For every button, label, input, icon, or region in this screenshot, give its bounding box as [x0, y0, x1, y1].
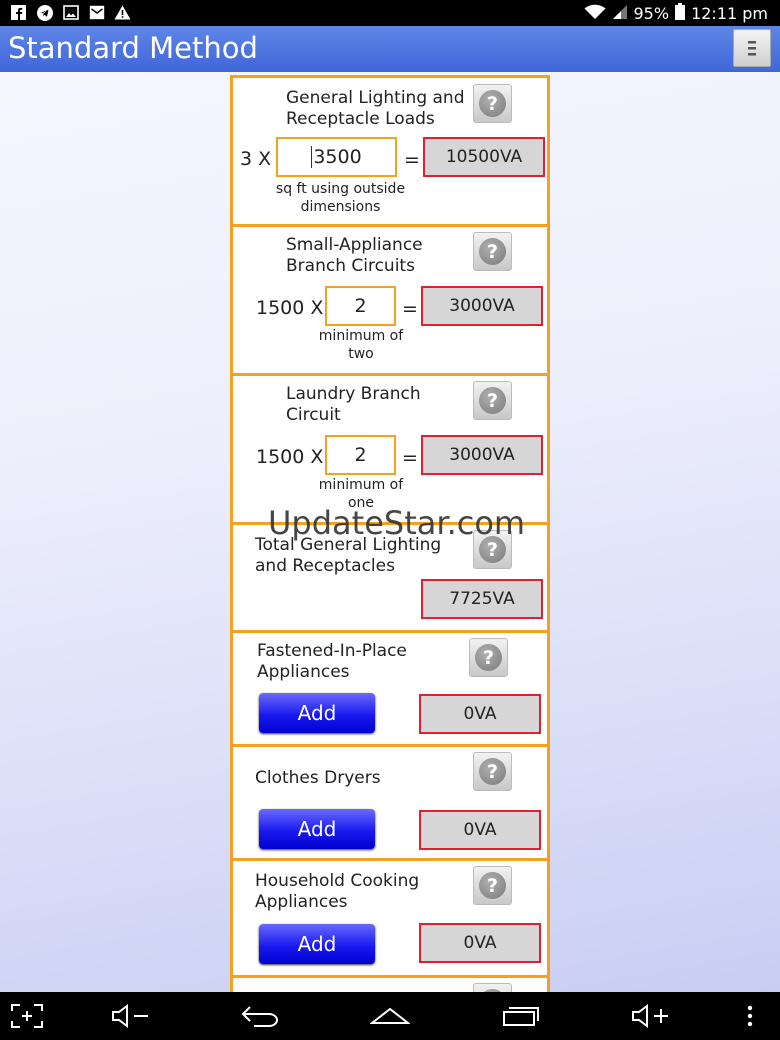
small-appliance-help-button[interactable]: ? — [473, 232, 512, 271]
dryers-help-button[interactable]: ? — [473, 752, 512, 791]
fastened-add-button[interactable]: Add — [259, 693, 375, 733]
small-appliance-note-line2: two — [348, 346, 374, 362]
general-lighting-card: General Lighting and Receptacle Loads ? … — [230, 75, 550, 227]
mail-icon — [88, 4, 105, 21]
general-lighting-label-line2: Receptacle Loads — [286, 109, 435, 129]
watermark: UpdateStar.com — [268, 504, 526, 542]
wifi-icon — [584, 4, 606, 24]
laundry-note-line1: minimum of — [318, 477, 404, 493]
general-lighting-note-line2: dimensions — [300, 199, 381, 215]
general-lighting-multiplier: 3 X — [240, 148, 272, 170]
general-lighting-result: 10500VA — [423, 137, 545, 177]
fastened-result: 0VA — [419, 694, 541, 734]
home-icon[interactable] — [370, 1002, 410, 1030]
small-appliance-multiplier: 1500 X — [256, 297, 324, 319]
general-lighting-note-line1: sq ft using outside — [275, 181, 406, 197]
cooking-appliances-card: Household Cooking Appliances ? Add 0VA — [230, 858, 550, 978]
equals-sign: = — [402, 298, 418, 320]
dryers-label: Clothes Dryers — [255, 768, 381, 788]
next-help-button[interactable] — [473, 983, 512, 992]
small-appliance-card: Small-Appliance Branch Circuits ? 1500 X… — [230, 224, 550, 376]
warning-icon — [114, 4, 131, 21]
laundry-result: 3000VA — [421, 435, 543, 475]
cooking-help-button[interactable]: ? — [473, 866, 512, 905]
content-area[interactable]: General Lighting and Receptacle Loads ? … — [0, 72, 780, 992]
laundry-circuits-input[interactable]: 2 — [325, 435, 396, 475]
action-bar: Standard Method — [0, 26, 780, 72]
recent-apps-icon[interactable] — [502, 1002, 540, 1030]
total-label-line2: and Receptacles — [255, 556, 395, 576]
back-icon[interactable] — [240, 1002, 280, 1030]
volume-up-icon[interactable] — [630, 1002, 670, 1030]
small-appliance-circuits-input[interactable]: 2 — [325, 286, 396, 326]
clock: 12:11 pm — [691, 4, 768, 23]
cooking-add-button[interactable]: Add — [259, 924, 375, 964]
clothes-dryers-card: Clothes Dryers ? Add 0VA — [230, 744, 550, 861]
help-icon: ? — [475, 644, 502, 671]
small-appliance-result: 3000VA — [421, 286, 543, 326]
square-feet-input[interactable]: 3500 — [276, 137, 397, 177]
navigation-bar — [0, 992, 780, 1040]
cooking-label-line2: Appliances — [255, 892, 348, 912]
next-card — [230, 975, 550, 992]
square-feet-value: 3500 — [311, 146, 362, 168]
laundry-card: Laundry Branch Circuit ? 1500 X 2 = 3000… — [230, 373, 550, 525]
help-icon: ? — [479, 238, 506, 265]
more-icon[interactable] — [744, 1002, 756, 1030]
menu-icon — [748, 41, 756, 56]
status-bar: 95% 12:11 pm — [0, 0, 780, 26]
fastened-label-line2: Appliances — [257, 662, 350, 682]
laundry-help-button[interactable]: ? — [473, 381, 512, 420]
dryers-add-button[interactable]: Add — [259, 809, 375, 849]
small-appliance-note-line1: minimum of — [318, 328, 404, 344]
small-appliance-label-line1: Small-Appliance — [286, 235, 423, 255]
battery-icon — [675, 3, 686, 24]
overflow-menu-button[interactable] — [733, 29, 771, 67]
fastened-in-place-card: Fastened-In-Place Appliances ? Add 0VA — [230, 630, 550, 747]
small-appliance-label-line2: Branch Circuits — [286, 256, 415, 276]
battery-percent: 95% — [633, 4, 670, 23]
total-result: 7725VA — [421, 579, 543, 619]
laundry-label-line1: Laundry Branch — [286, 384, 421, 404]
equals-sign: = — [402, 447, 418, 469]
signal-icon — [612, 4, 628, 24]
telegram-icon — [36, 4, 53, 21]
cooking-result: 0VA — [419, 923, 541, 963]
help-icon: ? — [479, 872, 506, 899]
cooking-label-line1: Household Cooking — [255, 871, 420, 891]
facebook-icon — [10, 4, 27, 21]
page-title: Standard Method — [8, 31, 258, 65]
fastened-label-line1: Fastened-In-Place — [257, 641, 407, 661]
help-icon: ? — [479, 387, 506, 414]
general-lighting-label-line1: General Lighting and — [286, 88, 465, 108]
laundry-label-line2: Circuit — [286, 405, 341, 425]
general-lighting-help-button[interactable]: ? — [473, 84, 512, 123]
help-icon: ? — [479, 758, 506, 785]
screenshot-icon[interactable] — [10, 1002, 44, 1030]
image-icon — [62, 4, 79, 21]
help-icon: ? — [479, 90, 506, 117]
dryers-result: 0VA — [419, 810, 541, 850]
laundry-multiplier: 1500 X — [256, 446, 324, 468]
equals-sign: = — [404, 149, 420, 171]
volume-down-icon[interactable] — [110, 1002, 150, 1030]
fastened-help-button[interactable]: ? — [469, 638, 508, 677]
